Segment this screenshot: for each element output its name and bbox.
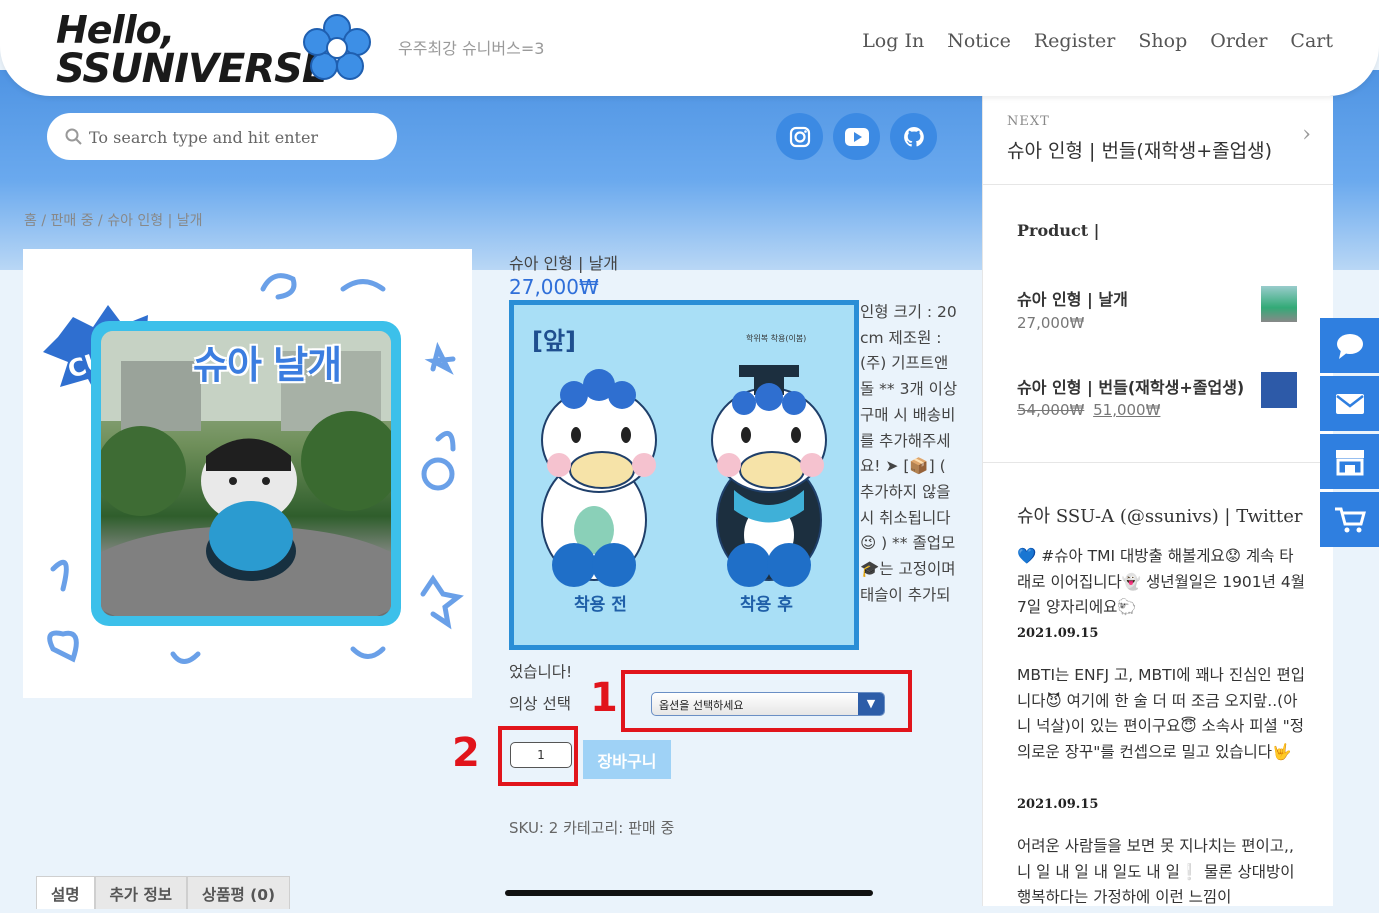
sidebar-product-name[interactable]: 슈아 인형 | 날개 (1017, 286, 1128, 310)
github-icon[interactable] (890, 113, 937, 160)
store-icon[interactable] (1320, 434, 1379, 489)
product-price: 27,000₩ (509, 275, 599, 299)
social-links (776, 113, 937, 160)
chevron-down-icon: ▼ (858, 693, 884, 715)
option-select[interactable]: 옵션을 선택하세요 ▼ (651, 692, 885, 716)
option-label: 의상 선택 (509, 695, 571, 713)
search-icon (65, 128, 82, 145)
tweet-date[interactable]: 2021.09.15 (1017, 626, 1098, 641)
cart-icon[interactable] (1320, 492, 1379, 547)
next-title: 슈아 인형 | 번들(재학생+졸업생) (1007, 140, 1273, 162)
sidebar-product-old-price: 54,000₩ (1017, 401, 1085, 419)
home-indicator (505, 890, 873, 896)
search-box (47, 113, 397, 160)
product-tabs: 설명 추가 정보 상품평 (0) (36, 876, 291, 909)
detail-before-label: 착용 전 (574, 595, 627, 615)
site-header: Hello, SSUNIVERSE 우주최강 슈니버스=3 Log In Not… (0, 0, 1379, 96)
chat-icon[interactable] (1320, 318, 1379, 373)
tab-description[interactable]: 설명 (36, 876, 95, 909)
product-detail-image: [앞] 학위복 착용(이봄) 착용 전 착용 후 (509, 300, 859, 650)
site-tagline: 우주최강 슈니버스=3 (398, 39, 545, 58)
tweet-text: MBTI는 ENFJ 고, MBTI에 꽤나 진심인 편입니다😈 여기에 한 술… (1017, 666, 1306, 761)
plush-illustration-icon: 학위복 착용(이봄) (541, 333, 827, 587)
sidebar-product-name[interactable]: 슈아 인형 | 번들(재학생+졸업생) (1017, 374, 1244, 398)
site-logo[interactable]: Hello, SSUNIVERSE (56, 8, 376, 92)
nav-cart[interactable]: Cart (1290, 30, 1333, 52)
youtube-icon[interactable] (833, 113, 880, 160)
sidebar-product-thumb[interactable] (1261, 286, 1297, 322)
search-input[interactable] (87, 122, 381, 152)
mail-icon[interactable] (1320, 376, 1379, 431)
sidebar-product-sale-price: 51,000₩ (1093, 401, 1161, 419)
product-image[interactable]: CUTE 슈아 날개 (23, 249, 472, 698)
quantity-input[interactable]: 1 (510, 742, 572, 768)
sidebar: NEXT 슈아 인형 | 번들(재학생+졸업생) › Product | 슈아 … (982, 96, 1333, 906)
sidebar-product-thumb[interactable] (1261, 372, 1297, 408)
floating-actions (1320, 318, 1379, 550)
next-label: NEXT (1007, 114, 1050, 129)
products-heading: Product | (1017, 221, 1100, 240)
nav-login[interactable]: Log In (862, 30, 924, 52)
option-select-value: 옵션을 선택하세요 (659, 699, 744, 712)
product-meta: SKU: 2 카테고리: 판매 중 (509, 819, 675, 837)
chevron-right-icon: › (1302, 122, 1311, 147)
flower-icon (303, 14, 371, 80)
nav-notice[interactable]: Notice (947, 30, 1011, 52)
tab-reviews[interactable]: 상품평 (0) (186, 876, 291, 909)
product-description-tail: 었습니다! (509, 663, 573, 681)
product-image-title: 슈아 날개 (193, 343, 342, 387)
logo-line2: SSUNIVERSE (56, 46, 329, 92)
detail-note: 학위복 착용(이봄) (746, 333, 806, 343)
breadcrumb: 홈 / 판매 중 / 슈아 인형 | 날개 (24, 213, 203, 229)
product-description: 인형 크기 : 20cm 제조원 : (주) 기프트앤돌 ** 3개 이상 구매… (860, 303, 958, 604)
nav-register[interactable]: Register (1034, 30, 1116, 52)
annotation-number-1: 1 (590, 675, 618, 721)
tweet-date[interactable]: 2021.09.15 (1017, 797, 1098, 812)
tab-additional-info[interactable]: 추가 정보 (94, 876, 187, 909)
tweet-text: 💙 #슈아 TMI 대방출 해볼게요😟 계속 타래로 이어집니다👻 생년월일은 … (1017, 547, 1305, 616)
main-nav: Log In Notice Register Shop Order Cart (862, 30, 1333, 52)
tweet-text: 어려운 사람들을 보면 못 지나치는 편이고,, 니 일 내 일 내 일도 내 … (1017, 837, 1295, 906)
sidebar-product-price-row: 54,000₩ 51,000₩ (1017, 401, 1160, 419)
twitter-title[interactable]: 슈아 SSU-A (@ssunivs) | Twitter (1017, 502, 1302, 528)
product-title: 슈아 인형 | 날개 (509, 254, 618, 273)
detail-after-label: 착용 후 (740, 595, 793, 615)
instagram-icon[interactable] (776, 113, 823, 160)
annotation-number-2: 2 (452, 730, 480, 776)
sidebar-product-price: 27,000₩ (1017, 314, 1085, 332)
sidebar-divider (983, 462, 1333, 463)
add-to-cart-button[interactable]: 장바구니 (583, 740, 671, 779)
nav-order[interactable]: Order (1210, 30, 1267, 52)
nav-shop[interactable]: Shop (1138, 30, 1187, 52)
next-product-link[interactable]: NEXT 슈아 인형 | 번들(재학생+졸업생) › (983, 96, 1333, 185)
